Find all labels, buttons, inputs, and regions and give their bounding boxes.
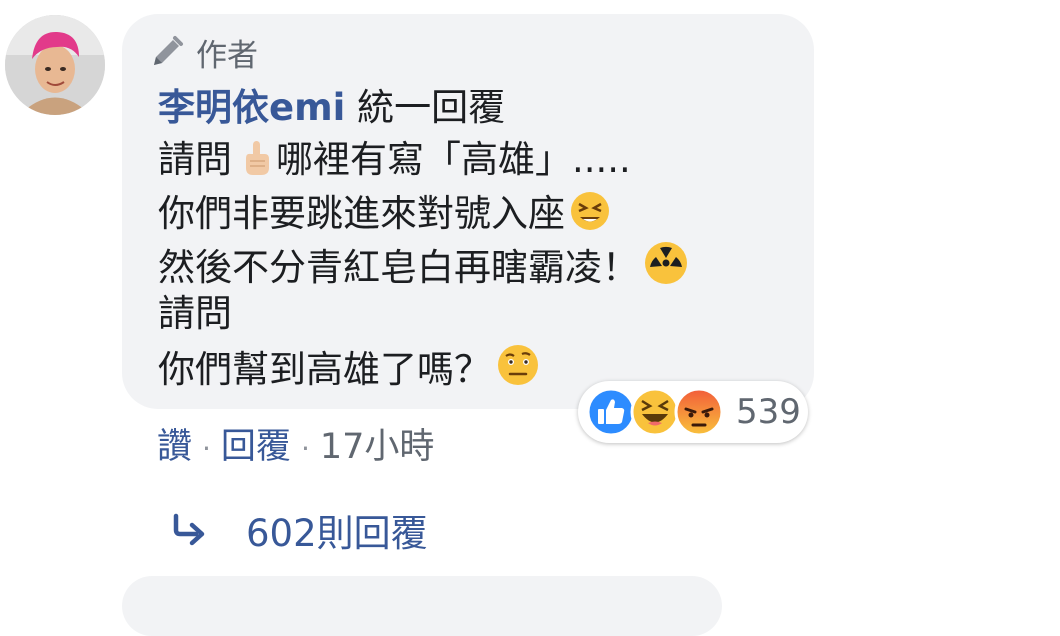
comment-line-1: 李明依emi 統一回覆 — [158, 86, 505, 130]
comment-text: 你們非要跳進來對號入座 — [158, 192, 565, 235]
pen-icon — [154, 35, 183, 65]
comment-line-2: 請問 哪裡有寫「高雄」..... — [158, 138, 631, 182]
author-badge-label: 作者 — [196, 38, 258, 74]
radioactive-icon — [645, 242, 687, 284]
separator-dot: · — [300, 432, 310, 465]
comment-line-4: 然後不分青紅皂白再瞎霸凌！ — [158, 240, 689, 290]
haha-icon — [630, 387, 680, 437]
comment-actions: 讚 · 回覆 · 17小時 — [157, 418, 434, 469]
author-avatar[interactable] — [5, 15, 105, 115]
comment-text: 統一回覆 — [345, 86, 506, 129]
comment-line-3: 你們非要跳進來對號入座 — [158, 190, 611, 236]
author-name-link[interactable]: 李明依emi — [158, 86, 345, 129]
like-link[interactable]: 讚 — [157, 427, 192, 467]
like-icon — [586, 387, 636, 437]
comment-text: 請問 — [158, 292, 232, 335]
comment-text: 哪裡有寫「高雄」..... — [276, 138, 631, 181]
reply-arrow-icon — [173, 513, 205, 546]
comment-timestamp[interactable]: 17小時 — [320, 427, 435, 467]
reply-link[interactable]: 回覆 — [221, 427, 291, 467]
view-replies-label: 602則回覆 — [246, 512, 428, 555]
reactions-summary[interactable]: 539 — [578, 381, 808, 443]
raised-eyebrow-face-icon — [498, 345, 538, 385]
angry-icon — [674, 387, 724, 437]
comment-text: 你們幫到高雄了嗎？ — [158, 348, 491, 391]
comment-line-6: 你們幫到高雄了嗎？ — [158, 342, 541, 392]
view-replies-link[interactable]: 602則回覆 — [170, 503, 428, 557]
pointing-up-icon — [246, 141, 269, 175]
comment-text: 請問 — [158, 138, 232, 181]
author-badge: 作者 — [146, 30, 258, 75]
separator-dot: · — [202, 432, 211, 465]
tired-face-icon — [571, 192, 609, 230]
comment-text: 然後不分青紅皂白再瞎霸凌！ — [158, 246, 639, 289]
comment-line-5: 請問 — [158, 292, 232, 336]
next-comment-bubble — [122, 576, 722, 636]
reaction-count: 539 — [736, 392, 801, 432]
avatar-photo — [5, 15, 105, 115]
